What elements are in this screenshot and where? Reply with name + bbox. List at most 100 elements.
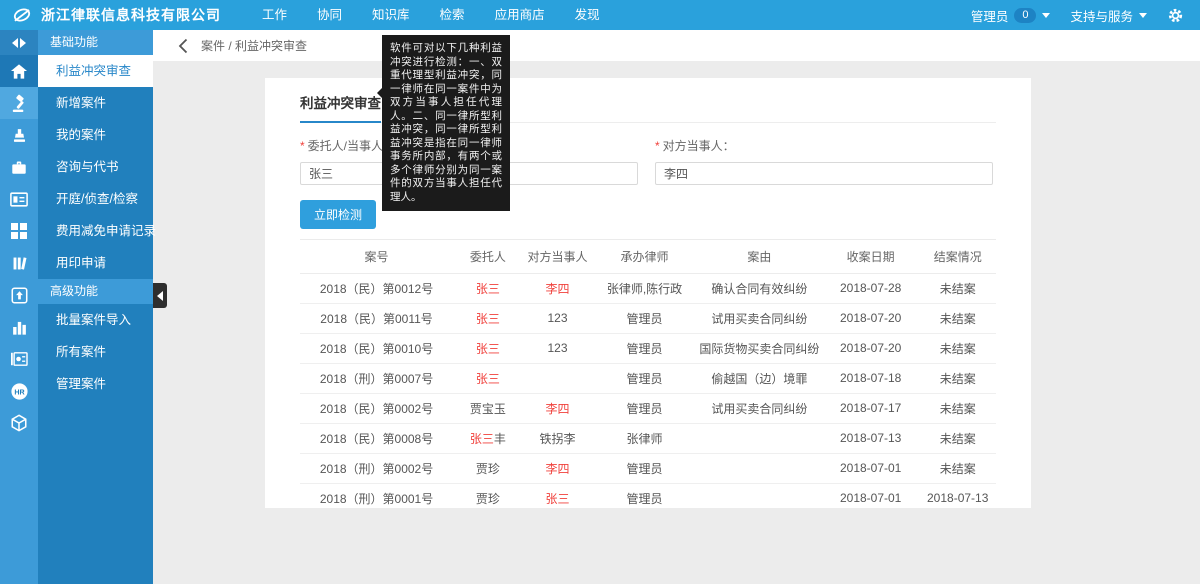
table-cell: 李四 [523,393,593,423]
table-cell: 国际货物买卖合同纠纷 [697,333,822,363]
sidebar-item-new-case[interactable]: 新增案件 [38,87,153,119]
table-cell: 管理员 [592,333,696,363]
table-cell: 张三 [453,363,523,393]
notification-badge: 0 [1014,8,1036,23]
required-asterisk: * [300,139,305,153]
table-row[interactable]: 2018（民）第0012号张三李四张律师,陈行政确认合同有效纠纷2018-07-… [300,273,996,303]
table-cell: 2018（民）第0002号 [300,393,453,423]
table-cell: 2018（刑）第0002号 [300,453,453,483]
sidebar-item-batch-case-import[interactable]: 批量案件导入 [38,304,153,336]
user-menu[interactable]: 管理员 0 [971,6,1051,25]
sidebar-item-consult-drafting[interactable]: 咨询与代书 [38,151,153,183]
opponent-input[interactable] [655,162,993,185]
column-header: 承办律师 [592,240,696,273]
table-cell: 2018（刑）第0007号 [300,363,453,393]
report-icon[interactable] [0,343,38,375]
column-header: 案号 [300,240,453,273]
detect-button[interactable]: 立即检测 [300,200,376,229]
table-cell: 2018（民）第0012号 [300,273,453,303]
library-icon[interactable] [0,247,38,279]
table-cell: 张三 [453,333,523,363]
table-cell: 未结案 [919,423,996,453]
collapse-arrows-icon[interactable] [0,30,38,55]
table-cell: 偷越国（边）境罪 [697,363,822,393]
sidebar-collapse-button[interactable] [153,283,167,308]
table-row[interactable]: 2018（民）第0008号张三丰铁拐李张律师2018-07-13未结案 [300,423,996,453]
nav-item-work[interactable]: 工作 [247,0,302,30]
id-card-icon[interactable] [0,183,38,215]
sidebar-item-hearing-investigation[interactable]: 开庭/侦查/检察 [38,183,153,215]
nav-item-app-store[interactable]: 应用商店 [480,0,560,30]
table-cell: 张三 [453,273,523,303]
table-cell: 2018-07-13 [919,483,996,513]
table-cell [697,483,822,513]
table-row[interactable]: 2018（民）第0002号贾宝玉李四管理员试用买卖合同纠纷2018-07-17未… [300,393,996,423]
grid-icon[interactable] [0,215,38,247]
table-cell: 张律师 [592,423,696,453]
table-cell: 张三 [523,483,593,513]
sidebar-item-fee-waiver-records[interactable]: 费用减免申请记录 [38,215,153,247]
table-cell: 2018（民）第0010号 [300,333,453,363]
breadcrumb[interactable]: 案件 / 利益冲突审查 [201,37,307,54]
topbar: 浙江律联信息科技有限公司 工作协同知识库检索应用商店发现 管理员 0 支持与服务 [0,0,1200,30]
table-cell: 张三丰 [453,423,523,453]
table-cell: 123 [523,303,593,333]
table-cell: 2018-07-18 [822,363,919,393]
settings-gear-icon[interactable] [1167,7,1184,24]
brand-title: 浙江律联信息科技有限公司 [41,5,221,25]
nav-item-collaborate[interactable]: 协同 [302,0,357,30]
tooltip-arrow [377,88,382,98]
table-cell: 管理员 [592,363,696,393]
table-cell: 张三 [453,303,523,333]
nav-item-discover[interactable]: 发现 [560,0,615,30]
sidebar-item-seal-application[interactable]: 用印申请 [38,247,153,279]
table-cell: 管理员 [592,453,696,483]
table-cell: 未结案 [919,453,996,483]
table-row[interactable]: 2018（刑）第0002号贾珍李四管理员2018-07-01未结案 [300,453,996,483]
briefcase-icon[interactable] [0,151,38,183]
table-row[interactable]: 2018（民）第0011号张三123管理员试用买卖合同纠纷2018-07-20未… [300,303,996,333]
cube-icon[interactable] [0,407,38,439]
table-cell: 2018-07-20 [822,303,919,333]
table-cell: 未结案 [919,303,996,333]
bar-chart-icon[interactable] [0,311,38,343]
breadcrumb-bar: 案件 / 利益冲突审查 [153,30,1200,61]
nav-item-knowledge-base[interactable]: 知识库 [357,0,425,30]
table-cell: 贾珍 [453,483,523,513]
table-row[interactable]: 2018（刑）第0001号贾珍张三管理员2018-07-012018-07-13 [300,483,996,513]
table-cell: 管理员 [592,393,696,423]
nav-item-search[interactable]: 检索 [425,0,480,30]
gavel-icon[interactable] [0,87,38,119]
sidebar-item-manage-cases[interactable]: 管理案件 [38,368,153,400]
chevron-down-icon [1139,13,1147,18]
tab-conflict-review[interactable]: 利益冲突审查 [300,92,381,123]
sidebar-item-conflict-review[interactable]: 利益冲突审查 [38,55,153,87]
sidebar-section-header: 高级功能 [38,279,153,304]
help-tooltip: 软件可对以下几种利益冲突进行检测：一、双重代理型利益冲突，同一律师在同一案件中为… [382,35,510,211]
table-cell: 2018（民）第0008号 [300,423,453,453]
table-cell: 2018-07-13 [822,423,919,453]
table-row[interactable]: 2018（刑）第0007号张三管理员偷越国（边）境罪2018-07-18未结案 [300,363,996,393]
table-cell: 未结案 [919,333,996,363]
sidebar-rail: HR [0,30,38,584]
table-cell: 张律师,陈行政 [592,273,696,303]
home-icon[interactable] [0,55,38,87]
support-menu[interactable]: 支持与服务 [1070,6,1147,25]
sidebar-item-my-cases[interactable]: 我的案件 [38,119,153,151]
column-header: 对方当事人 [523,240,593,273]
upload-box-icon[interactable] [0,279,38,311]
hr-icon[interactable]: HR [0,375,38,407]
brand-logo-icon [12,5,32,25]
sidebar-menu: 基础功能利益冲突审查新增案件我的案件咨询与代书开庭/侦查/检察费用减免申请记录用… [38,30,153,584]
table-cell: 2018（民）第0011号 [300,303,453,333]
column-header: 案由 [697,240,822,273]
table-cell: 2018-07-01 [822,483,919,513]
required-asterisk: * [655,139,660,153]
table-cell: 管理员 [592,483,696,513]
stamp-icon[interactable] [0,119,38,151]
table-row[interactable]: 2018（民）第0010号张三123管理员国际货物买卖合同纠纷2018-07-2… [300,333,996,363]
sidebar-section-header: 基础功能 [38,30,153,55]
back-button[interactable] [173,36,193,56]
content-card: 利益冲突审查! *委托人/当事人： *对方当事人： 立即检测 案号委托人对方当事… [265,78,1031,508]
sidebar-item-all-cases[interactable]: 所有案件 [38,336,153,368]
